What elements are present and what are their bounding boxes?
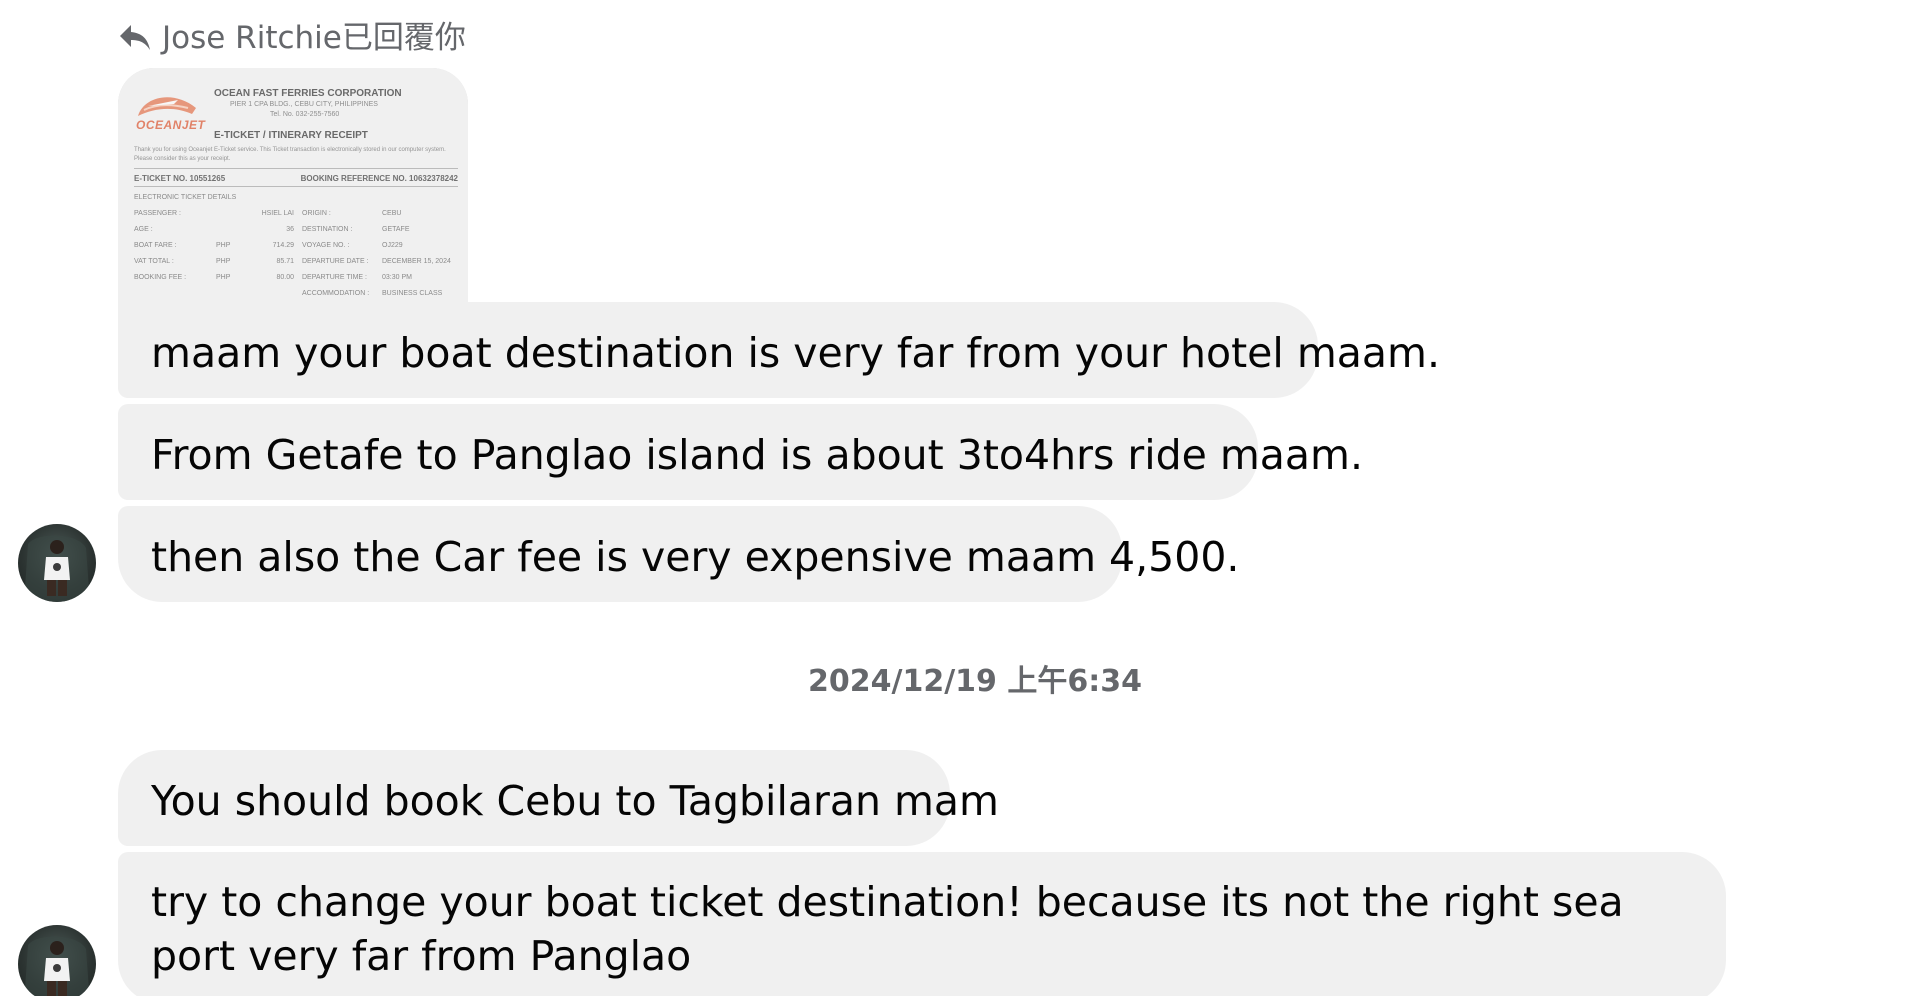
ticket-reference-line: E-TICKET NO. 10551265 BOOKING REFERENCE … [134,174,458,183]
ticket-field-label: DEPARTURE DATE : [302,258,369,265]
message-bubble[interactable]: try to change your boat ticket destinati… [118,852,1726,996]
reply-arrow-icon [118,23,152,53]
ticket-field-value: 36 [286,226,294,233]
ticket-field-value: HSIEL LAI [261,210,294,217]
message-bubble[interactable]: maam your boat destination is very far f… [118,302,1440,398]
chat-thread: Jose Ritchie已回覆你 OCEANJET OCEAN FAST FER… [0,0,1920,996]
ticket-row: PASSENGER : HSIEL LAI ORIGIN : CEBU [134,210,464,226]
ticket-section-label: ELECTRONIC TICKET DETAILS [134,194,237,201]
eticket-number: E-TICKET NO. 10551265 [134,174,226,183]
message-bubble[interactable]: You should book Cebu to Tagbilaran mam [118,750,999,846]
ticket-row: BOOKING FEE : PHP 80.00 DEPARTURE TIME :… [134,274,464,290]
message-bubble[interactable]: then also the Car fee is very expensive … [118,506,1239,602]
ticket-field-value: GETAFE [382,226,410,233]
ticket-field-label: DEPARTURE TIME : [302,274,367,281]
ticket-row: VAT TOTAL : PHP 85.71 DEPARTURE DATE : D… [134,258,464,274]
ticket-note: Thank you for using Oceanjet E-Ticket se… [134,147,446,162]
message-bubble[interactable]: From Getafe to Panglao island is about 3… [118,404,1363,500]
ticket-field-value: 03:30 PM [382,274,412,281]
ticket-currency: PHP [216,258,231,265]
sender-avatar[interactable] [18,524,96,602]
ticket-field-label: ACCOMMODATION : [302,290,370,297]
ticket-field-label: PASSENGER : [134,210,181,217]
ticket-field-label: DESTINATION : [302,226,353,233]
ticket-field-label: ORIGIN : [302,210,331,217]
ticket-tel: Tel. No. 032-255-7560 [270,111,340,118]
ticket-row: BOAT FARE : PHP 714.29 VOYAGE NO. : OJ22… [134,242,464,258]
ticket-field-label: VOYAGE NO. : [302,242,350,249]
ticket-field-value: OJ229 [382,242,403,249]
ticket-field-value: 714.29 [272,242,294,249]
ticket-field-value: CEBU [382,210,402,217]
ticket-details-grid: PASSENGER : HSIEL LAI ORIGIN : CEBU AGE … [134,210,464,306]
ticket-currency: PHP [216,274,231,281]
ticket-divider [134,186,458,187]
booking-reference: BOOKING REFERENCE NO. 10632378242 [300,174,458,183]
ticket-field-label: AGE : [134,226,153,233]
ticket-field-label: BOAT FARE : [134,242,177,249]
ticket-field-value: BUSINESS CLASS [382,290,443,297]
reply-header: Jose Ritchie已回覆你 [118,18,466,58]
reply-header-text: Jose Ritchie已回覆你 [162,20,466,56]
ticket-field-value: 85.71 [276,258,294,265]
ticket-field-label: BOOKING FEE : [134,274,187,281]
ticket-receipt: OCEANJET OCEAN FAST FERRIES CORPORATION … [118,68,468,338]
ticket-field-value: DECEMBER 15, 2024 [382,258,451,265]
ticket-field-value: 80.00 [276,274,294,281]
ticket-logo-text: OCEANJET [136,118,206,132]
ticket-currency: PHP [216,242,231,249]
ticket-row: AGE : 36 DESTINATION : GETAFE [134,226,464,242]
ticket-address: PIER 1 CPA BLDG., CEBU CITY, PHILIPPINES [230,101,378,108]
ticket-company: OCEAN FAST FERRIES CORPORATION [214,88,402,99]
timestamp: 2024/12/19 上午6:34 [808,664,1142,699]
ticket-title: E-TICKET / ITINERARY RECEIPT [214,130,368,141]
sender-avatar[interactable] [18,925,96,996]
quoted-ticket-image[interactable]: OCEANJET OCEAN FAST FERRIES CORPORATION … [118,68,468,338]
ticket-divider [134,168,458,169]
ticket-field-label: VAT TOTAL : [134,258,174,265]
